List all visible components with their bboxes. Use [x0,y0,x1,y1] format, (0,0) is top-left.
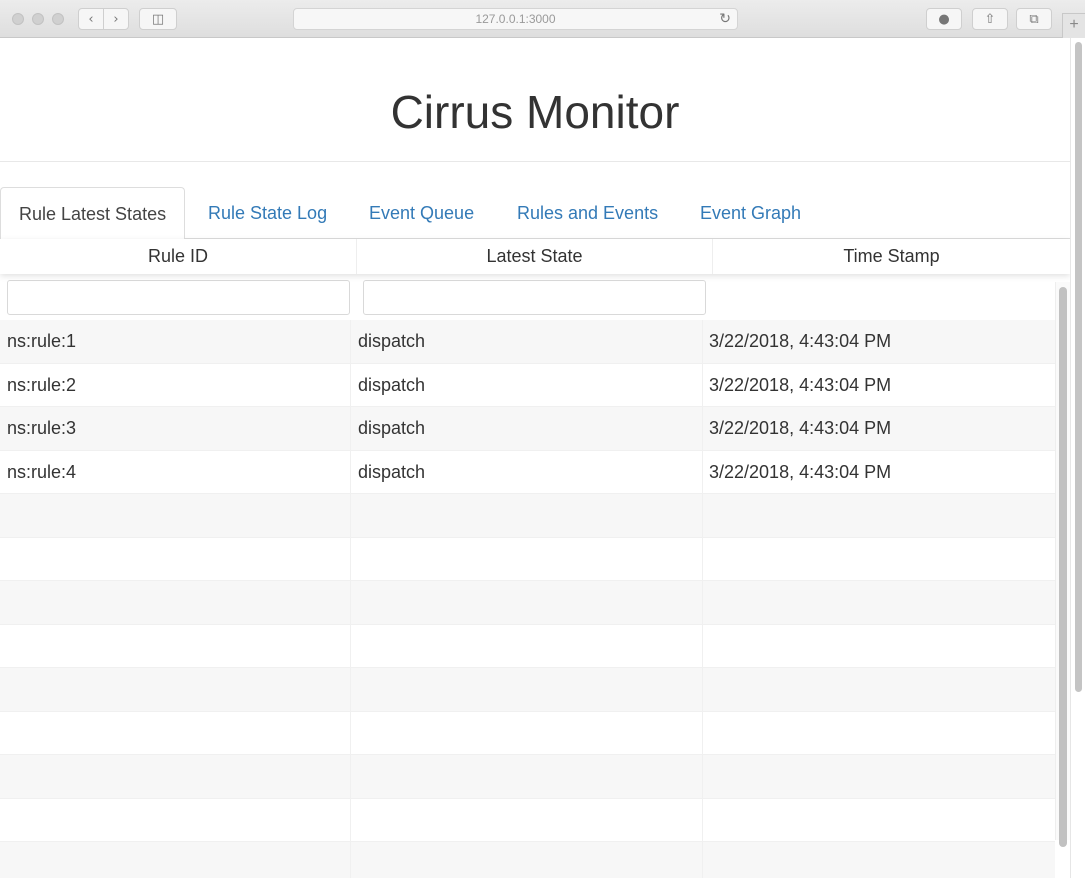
chevron-right-icon: › [113,11,119,27]
tab-bar: Rule Latest States Rule State Log Event … [0,187,1070,240]
table-body[interactable]: ns:rule:1 dispatch 3/22/2018, 4:43:04 PM ns… [0,320,1055,878]
latest-state-cell [351,842,703,878]
table-row[interactable]: ns:rule:1 dispatch 3/22/2018, 4:43:04 PM [0,320,1055,364]
time-stamp-cell [703,668,1055,711]
table-row[interactable] [0,624,1055,668]
time-stamp-cell [703,842,1055,878]
browser-toolbar: ‹ › ◫ 127.0.0.1:3000 ↻ ● ⇧ ⧉ + [0,0,1085,38]
tabs-overview-button[interactable]: ⧉ [1016,8,1052,30]
page-title: Cirrus Monitor [0,38,1070,162]
rule-id-cell [0,537,351,581]
plus-icon: + [1069,16,1079,33]
zoom-window-icon[interactable] [52,13,64,25]
table-row[interactable] [0,581,1055,625]
forward-button[interactable]: › [103,8,129,30]
page-scrollbar[interactable] [1070,38,1085,878]
time-stamp-cell: 3/22/2018, 4:43:04 PM [709,374,892,395]
tabs-icon: ⧉ [1029,11,1039,27]
table-scrollbar[interactable] [1055,282,1070,847]
time-stamp-cell [703,581,1055,624]
rule-id-cell [0,798,351,842]
time-stamp-cell [703,494,1055,537]
table-row[interactable] [0,842,1055,878]
close-window-icon[interactable] [12,13,24,25]
rule-id-cell [0,624,351,668]
tab-event-graph[interactable]: Event Graph [682,187,819,239]
tab-event-queue[interactable]: Event Queue [351,187,492,239]
time-stamp-cell [703,538,1055,581]
table-header: Rule ID Latest State Time Stamp [0,239,1070,274]
rule-id-cell [0,711,351,755]
share-icon: ⇧ [984,11,996,27]
table-row[interactable] [0,494,1055,538]
column-header-rule-id[interactable]: Rule ID [0,239,357,274]
chevron-left-icon: ‹ [88,11,94,27]
rule-id-cell: ns:rule:3 [0,407,351,450]
latest-state-cell [351,798,703,842]
time-stamp-cell [703,799,1055,842]
url-text: 127.0.0.1:3000 [475,12,556,26]
latest-state-cell [351,537,703,581]
rule-id-cell [0,494,351,537]
table-row[interactable] [0,798,1055,842]
latest-state-cell: dispatch [351,450,703,494]
tab-rule-state-log[interactable]: Rule State Log [190,187,345,239]
latest-state-cell [351,624,703,668]
table-row[interactable] [0,537,1055,581]
latest-state-cell [351,494,703,537]
sidebar-icon: ◫ [151,11,165,27]
time-stamp-cell: 3/22/2018, 4:43:04 PM [709,418,892,438]
table-row[interactable] [0,668,1055,712]
latest-state-cell [351,755,703,798]
address-bar[interactable]: 127.0.0.1:3000 ↻ [293,8,738,30]
rule-id-cell [0,581,351,624]
time-stamp-cell: 3/22/2018, 4:43:04 PM [709,331,892,351]
table-row[interactable] [0,711,1055,755]
rule-id-cell [0,755,351,798]
table-row[interactable] [0,755,1055,799]
table-scroll-thumb[interactable] [1059,287,1067,847]
back-button[interactable]: ‹ [78,8,104,30]
page-scroll-thumb[interactable] [1075,42,1082,692]
time-stamp-cell [703,625,1055,668]
reload-icon[interactable]: ↻ [719,9,731,29]
time-stamp-cell [703,712,1055,755]
rule-id-cell [0,668,351,711]
new-tab-button[interactable]: + [1062,13,1085,38]
share-button[interactable]: ⇧ [972,8,1008,30]
latest-state-cell: dispatch [351,407,703,450]
rule-id-filter-input[interactable] [7,280,350,315]
rule-id-cell: ns:rule:4 [0,450,351,494]
sidebar-button[interactable]: ◫ [139,8,177,30]
rule-id-cell: ns:rule:2 [0,363,351,407]
extension-button[interactable]: ● [926,8,962,30]
latest-state-cell [351,711,703,755]
table-row[interactable]: ns:rule:3 dispatch 3/22/2018, 4:43:04 PM [0,407,1055,451]
latest-state-cell: dispatch [351,363,703,407]
latest-state-cell: dispatch [351,320,703,363]
column-header-time-stamp[interactable]: Time Stamp [713,239,1070,274]
table-row[interactable]: ns:rule:4 dispatch 3/22/2018, 4:43:04 PM [0,450,1055,494]
time-stamp-cell [703,755,1055,798]
table-row[interactable]: ns:rule:2 dispatch 3/22/2018, 4:43:04 PM [0,363,1055,407]
minimize-window-icon[interactable] [32,13,44,25]
latest-state-cell [351,581,703,624]
rule-id-cell [0,842,351,878]
latest-state-filter-input[interactable] [363,280,706,315]
filter-row [0,274,1070,320]
latest-state-cell [351,668,703,711]
rule-id-cell: ns:rule:1 [0,320,351,363]
tab-rule-latest-states[interactable]: Rule Latest States [0,187,186,240]
ghost-icon: ● [938,11,950,27]
page-content: Cirrus Monitor Rule Latest States Rule S… [0,38,1070,878]
tab-rules-and-events[interactable]: Rules and Events [499,187,676,239]
column-header-latest-state[interactable]: Latest State [357,239,713,274]
time-stamp-cell: 3/22/2018, 4:43:04 PM [709,461,892,482]
